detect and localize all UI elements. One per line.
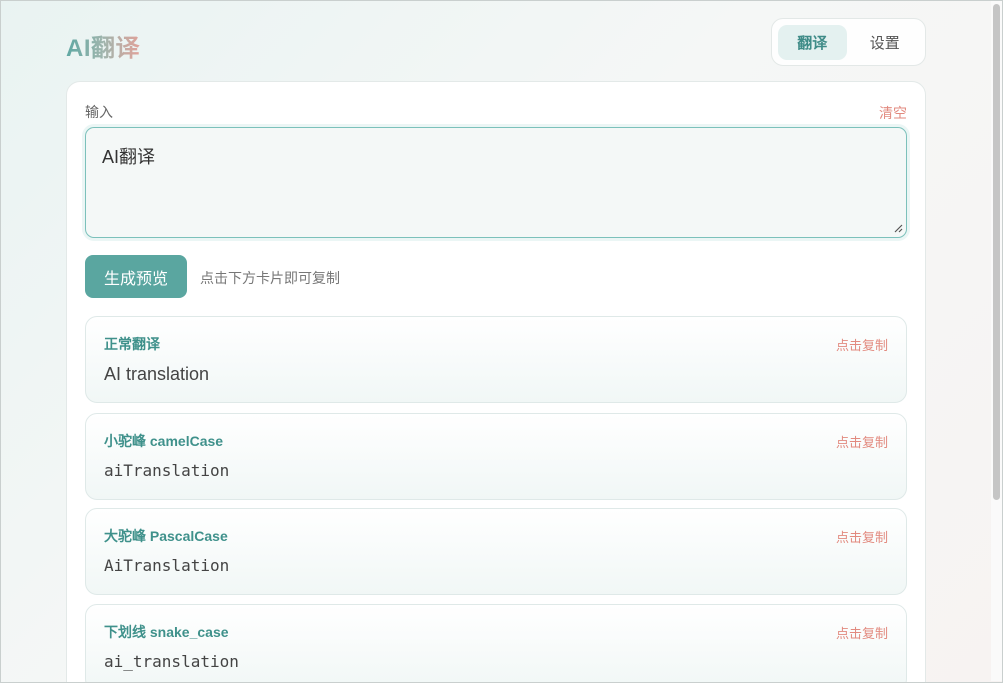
copy-label[interactable]: 点击复制 bbox=[836, 623, 888, 642]
result-title: 小驼峰 camelCase bbox=[104, 433, 224, 449]
tab-settings[interactable]: 设置 bbox=[851, 25, 920, 60]
result-card-pascalcase[interactable]: 大驼峰 PascalCase 点击复制 AiTranslation bbox=[85, 508, 907, 595]
input-label: 输入 bbox=[85, 104, 113, 120]
translation-input[interactable] bbox=[85, 127, 907, 238]
result-title: 下划线 snake_case bbox=[104, 624, 229, 640]
result-value: AI translation bbox=[104, 364, 210, 384]
clear-button[interactable]: 清空 bbox=[879, 103, 907, 123]
copy-label[interactable]: 点击复制 bbox=[836, 527, 888, 546]
top-nav: 翻译 设置 bbox=[771, 18, 926, 66]
result-value: ai_translation bbox=[104, 652, 239, 671]
scrollbar-thumb[interactable] bbox=[993, 4, 1000, 500]
result-value: AiTranslation bbox=[104, 556, 230, 575]
result-title: 正常翻译 bbox=[104, 336, 160, 352]
generate-preview-button[interactable]: 生成预览 bbox=[85, 255, 187, 298]
result-card-snakecase[interactable]: 下划线 snake_case 点击复制 ai_translation bbox=[85, 604, 907, 683]
app-title: AI翻译 bbox=[66, 28, 140, 63]
result-title: 大驼峰 PascalCase bbox=[104, 528, 228, 544]
main-card: 输入 清空 生成预览 点击下方卡片即可复制 正常翻译 点击复制 AI trans… bbox=[66, 81, 926, 683]
result-card-normal[interactable]: 正常翻译 点击复制 AI translation bbox=[85, 316, 907, 403]
result-value: aiTranslation bbox=[104, 461, 230, 480]
copy-hint: 点击下方卡片即可复制 bbox=[200, 270, 340, 286]
copy-label[interactable]: 点击复制 bbox=[836, 432, 888, 451]
copy-label[interactable]: 点击复制 bbox=[836, 335, 888, 354]
result-card-camelcase[interactable]: 小驼峰 camelCase 点击复制 aiTranslation bbox=[85, 413, 907, 500]
tab-translate[interactable]: 翻译 bbox=[778, 25, 847, 60]
resize-handle-icon[interactable] bbox=[893, 223, 903, 233]
